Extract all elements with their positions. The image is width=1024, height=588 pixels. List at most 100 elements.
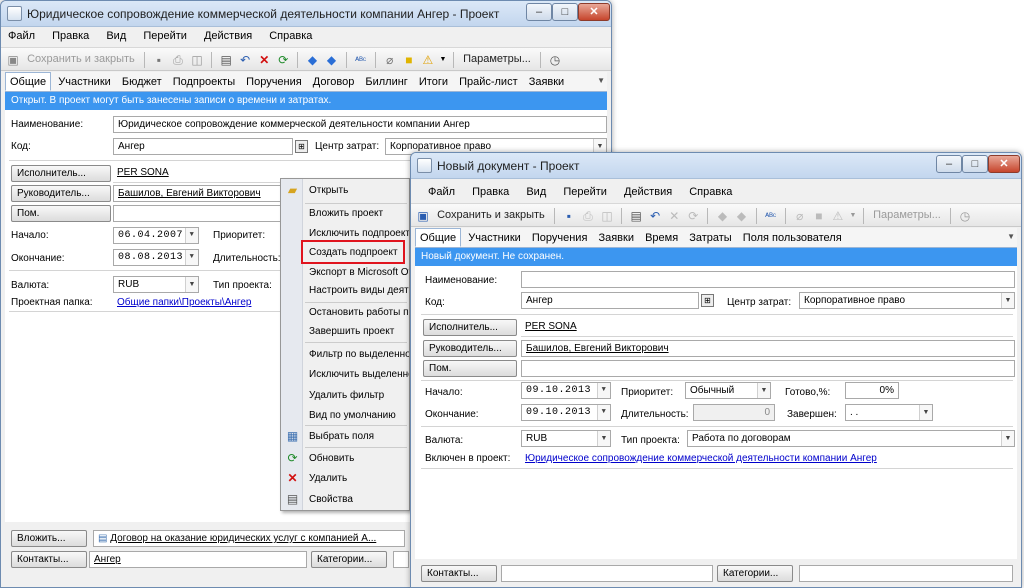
delete-icon[interactable]: ✕ [256, 52, 272, 68]
tab-time[interactable]: Время [641, 229, 682, 246]
priority-select[interactable]: Обычный ▼ [685, 382, 771, 399]
executor-link[interactable]: PER SONA [525, 321, 577, 332]
contacts-field[interactable]: Ангер [89, 551, 307, 568]
attachment-field[interactable]: ▤ Договор на оказание юридических услуг … [93, 530, 405, 547]
categories-field[interactable] [799, 565, 1013, 582]
print-icon[interactable]: ⎙ [580, 208, 596, 224]
ctx-remove-filter[interactable]: Удалить фильтр [281, 386, 409, 406]
start-date-field[interactable]: 06.04.2007 ▼ [113, 227, 199, 244]
ctx-exclude-subproject[interactable]: Исключить подпроект [281, 224, 409, 244]
code-field[interactable]: Ангер [113, 138, 293, 155]
paperclip-icon[interactable]: ⌀ [382, 52, 398, 68]
finished-date-field[interactable]: . . ▼ [845, 404, 933, 421]
tab-participants[interactable]: Участники [54, 73, 115, 90]
ready-field[interactable]: 0% [845, 382, 899, 399]
ctx-export-office[interactable]: Экспорт в Microsoft Office [281, 263, 409, 283]
maximize-button[interactable]: □ [962, 155, 988, 173]
help-icon[interactable]: ◷ [547, 52, 563, 68]
menu-help[interactable]: Справка [682, 183, 739, 201]
save-close-button[interactable]: Сохранить и закрыть [24, 51, 138, 68]
note-icon[interactable]: ■ [401, 52, 417, 68]
refresh-icon[interactable]: ⟳ [275, 52, 291, 68]
ctx-configure-activities[interactable]: Настроить виды деятельности [281, 281, 409, 301]
executor-link[interactable]: PER SONA [117, 167, 169, 178]
assistant-button[interactable]: Пом. [423, 360, 517, 377]
floppy-icon[interactable]: ▪ [561, 208, 577, 224]
cost-center-select[interactable]: Корпоративное право ▼ [799, 292, 1015, 309]
tab-scroll-icon[interactable]: ▼ [1007, 232, 1015, 241]
project-type-select[interactable]: Работа по договорам ▼ [687, 430, 1015, 447]
tab-requests[interactable]: Заявки [525, 73, 569, 90]
dropdown-arrow-icon[interactable]: ▼ [849, 208, 857, 224]
name-field[interactable] [521, 271, 1015, 288]
manager-button[interactable]: Руководитель... [11, 185, 111, 202]
menu-go[interactable]: Перейти [556, 183, 614, 201]
code-picker-icon[interactable]: ⊞ [295, 140, 308, 153]
ctx-delete[interactable]: ✕ Удалить [281, 469, 409, 489]
floppy-icon[interactable]: ▪ [151, 52, 167, 68]
currency-select[interactable]: RUB ▼ [521, 430, 611, 447]
close-button[interactable]: ✕ [578, 3, 610, 21]
attach-button[interactable]: Вложить... [11, 530, 87, 547]
tab-requests[interactable]: Заявки [594, 229, 638, 246]
print-icon[interactable]: ⎙ [170, 52, 186, 68]
tab-general[interactable]: Общие [5, 72, 52, 91]
preview-icon[interactable]: ◫ [599, 208, 615, 224]
contacts-field[interactable] [501, 565, 713, 582]
manager-field[interactable]: Башилов, Евгений Викторович [521, 340, 1015, 357]
menu-view[interactable]: Вид [99, 27, 133, 45]
ctx-exclude-selected[interactable]: Исключить выделенное [281, 365, 409, 385]
menu-file[interactable]: Файл [1, 27, 42, 45]
preview-icon[interactable]: ◫ [189, 52, 205, 68]
minimize-button[interactable]: – [936, 155, 962, 173]
ctx-default-view[interactable]: Вид по умолчанию [281, 406, 409, 426]
next-arrow-icon[interactable]: ◆ [734, 208, 750, 224]
attachment-link[interactable]: Договор на оказание юридических услуг с … [110, 533, 376, 544]
categories-button[interactable]: Категории... [717, 565, 793, 582]
menu-edit[interactable]: Правка [465, 183, 516, 201]
tab-general[interactable]: Общие [415, 228, 462, 247]
next-arrow-icon[interactable]: ◆ [324, 52, 340, 68]
properties-icon[interactable]: ▤ [628, 208, 644, 224]
maximize-button[interactable]: □ [552, 3, 578, 21]
tab-subprojects[interactable]: Подпроекты [169, 73, 239, 90]
contacts-link[interactable]: Ангер [94, 554, 121, 565]
prev-arrow-icon[interactable]: ◆ [714, 208, 730, 224]
tab-totals[interactable]: Итоги [415, 73, 452, 90]
manager-link[interactable]: Башилов, Евгений Викторович [118, 188, 261, 199]
tab-billing[interactable]: Биллинг [361, 73, 411, 90]
help-icon[interactable]: ◷ [957, 208, 973, 224]
properties-icon[interactable]: ▤ [218, 52, 234, 68]
spellcheck-icon[interactable]: ᴬᴮᶜ [763, 208, 779, 224]
executor-button[interactable]: Исполнитель... [11, 165, 111, 182]
categories-field[interactable] [393, 551, 409, 568]
tab-assignments[interactable]: Поручения [242, 73, 306, 90]
spellcheck-icon[interactable]: ᴬᴮᶜ [353, 52, 369, 68]
paperclip-icon[interactable]: ⌀ [792, 208, 808, 224]
tab-participants[interactable]: Участники [464, 229, 525, 246]
save-close-button[interactable]: Сохранить и закрыть [434, 207, 548, 224]
ctx-attach-project[interactable]: Вложить проект [281, 204, 409, 224]
manager-field[interactable]: Башилов, Евгений Викторович [113, 185, 283, 202]
assistant-field[interactable] [113, 205, 283, 222]
menu-view[interactable]: Вид [519, 183, 553, 201]
included-in-link[interactable]: Юридическое сопровождение коммерческой д… [525, 453, 877, 464]
ctx-open[interactable]: ▰ Открыть [281, 181, 409, 201]
refresh-icon[interactable]: ⟳ [685, 208, 701, 224]
ctx-properties[interactable]: ▤ Свойства [281, 490, 409, 510]
ctx-create-subproject[interactable]: Создать подпроект [281, 243, 409, 263]
delete-icon[interactable]: ✕ [666, 208, 682, 224]
contacts-button[interactable]: Контакты... [421, 565, 497, 582]
menu-go[interactable]: Перейти [136, 27, 194, 45]
ctx-refresh[interactable]: ⟳ Обновить [281, 449, 409, 469]
assistant-button[interactable]: Пом. [11, 205, 111, 222]
currency-select[interactable]: RUB ▼ [113, 276, 199, 293]
tab-budget[interactable]: Бюджет [118, 73, 166, 90]
bg-titlebar[interactable]: Юридическое сопровождение коммерческой д… [1, 1, 611, 27]
name-field[interactable]: Юридическое сопровождение коммерческой д… [113, 116, 607, 133]
ctx-finish-project[interactable]: Завершить проект [281, 322, 409, 342]
dropdown-arrow-icon[interactable]: ▼ [439, 52, 447, 68]
minimize-button[interactable]: – [526, 3, 552, 21]
folder-link[interactable]: Общие папки\Проекты\Ангер [117, 297, 251, 308]
code-picker-icon[interactable]: ⊞ [701, 294, 714, 307]
